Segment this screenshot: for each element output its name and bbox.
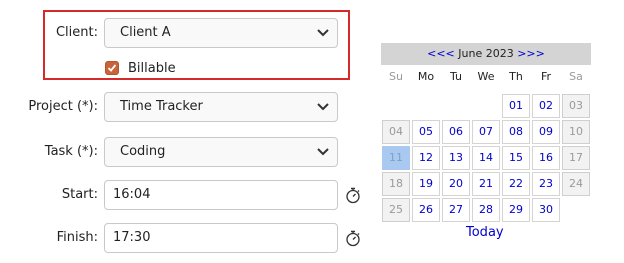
stopwatch-icon[interactable] — [345, 229, 361, 247]
calendar-day[interactable]: 04 — [382, 120, 410, 144]
calendar-day[interactable]: 22 — [502, 172, 530, 196]
calendar-day[interactable]: 29 — [502, 198, 530, 222]
calendar-day[interactable]: 01 — [502, 94, 530, 118]
calendar-day[interactable]: 13 — [442, 146, 470, 170]
calendar-day[interactable]: 15 — [502, 146, 530, 170]
calendar-day[interactable]: 17 — [562, 146, 590, 170]
calendar-day[interactable]: 28 — [472, 198, 500, 222]
finish-label: Finish: — [56, 230, 98, 245]
project-select[interactable]: Time Tracker — [104, 92, 338, 122]
task-select-value: Coding — [120, 144, 166, 159]
calendar-weekday: We — [477, 70, 495, 83]
client-select[interactable]: Client A — [104, 18, 338, 48]
start-time-input[interactable]: 16:04 — [104, 180, 338, 210]
calendar-day[interactable]: 25 — [382, 198, 410, 222]
task-select[interactable]: Coding — [104, 137, 338, 167]
calendar-weekday: Su — [389, 70, 403, 83]
task-label: Task (*): — [44, 144, 98, 159]
billable-label[interactable]: Billable — [128, 61, 176, 76]
calendar-day[interactable]: 14 — [472, 146, 500, 170]
finish-time-input[interactable]: 17:30 — [104, 223, 338, 253]
calendar-weekday: Fr — [540, 70, 552, 83]
calendar-day[interactable]: 16 — [532, 146, 560, 170]
calendar-weekday: Tu — [449, 70, 463, 83]
checkmark-icon — [107, 64, 117, 72]
calendar-day[interactable]: 05 — [412, 120, 440, 144]
calendar-day[interactable]: 30 — [532, 198, 560, 222]
calendar-day[interactable]: 07 — [472, 120, 500, 144]
finish-time-value: 17:30 — [113, 230, 151, 245]
calendar-today-link[interactable]: Today — [466, 225, 504, 240]
project-label: Project (*): — [28, 99, 98, 114]
stopwatch-icon[interactable] — [345, 186, 361, 204]
calendar-day[interactable]: 12 — [412, 146, 440, 170]
calendar-weekday: Sa — [569, 70, 583, 83]
calendar-day[interactable]: 18 — [382, 172, 410, 196]
calendar-header: <<< June 2023 >>> — [381, 43, 591, 65]
calendar-day[interactable]: 21 — [472, 172, 500, 196]
start-label: Start: — [61, 187, 98, 202]
calendar-day[interactable]: 23 — [532, 172, 560, 196]
calendar-day[interactable]: 02 — [532, 94, 560, 118]
calendar-day[interactable]: 11 — [382, 146, 410, 170]
client-label: Client: — [55, 25, 98, 40]
calendar-day[interactable]: 19 — [412, 172, 440, 196]
chevron-down-icon — [317, 93, 329, 121]
billable-checkbox[interactable] — [105, 61, 119, 75]
client-select-value: Client A — [120, 25, 171, 40]
calendar-day[interactable]: 08 — [502, 120, 530, 144]
chevron-down-icon — [317, 138, 329, 166]
calendar-weekday: Mo — [417, 70, 435, 83]
project-select-value: Time Tracker — [120, 99, 203, 114]
calendar-day[interactable]: 20 — [442, 172, 470, 196]
calendar-day[interactable]: 03 — [562, 94, 590, 118]
calendar-weekday: Th — [509, 70, 523, 83]
calendar-next-month[interactable]: >>> — [517, 47, 545, 60]
calendar-month-year: June 2023 — [458, 47, 514, 60]
calendar-day[interactable]: 06 — [442, 120, 470, 144]
calendar-prev-month[interactable]: <<< — [427, 47, 455, 60]
calendar-day[interactable]: 24 — [562, 172, 590, 196]
calendar-day[interactable]: 26 — [412, 198, 440, 222]
calendar-day[interactable]: 09 — [532, 120, 560, 144]
calendar-day[interactable]: 27 — [442, 198, 470, 222]
calendar-day[interactable]: 10 — [562, 120, 590, 144]
chevron-down-icon — [317, 19, 329, 47]
start-time-value: 16:04 — [113, 187, 151, 202]
